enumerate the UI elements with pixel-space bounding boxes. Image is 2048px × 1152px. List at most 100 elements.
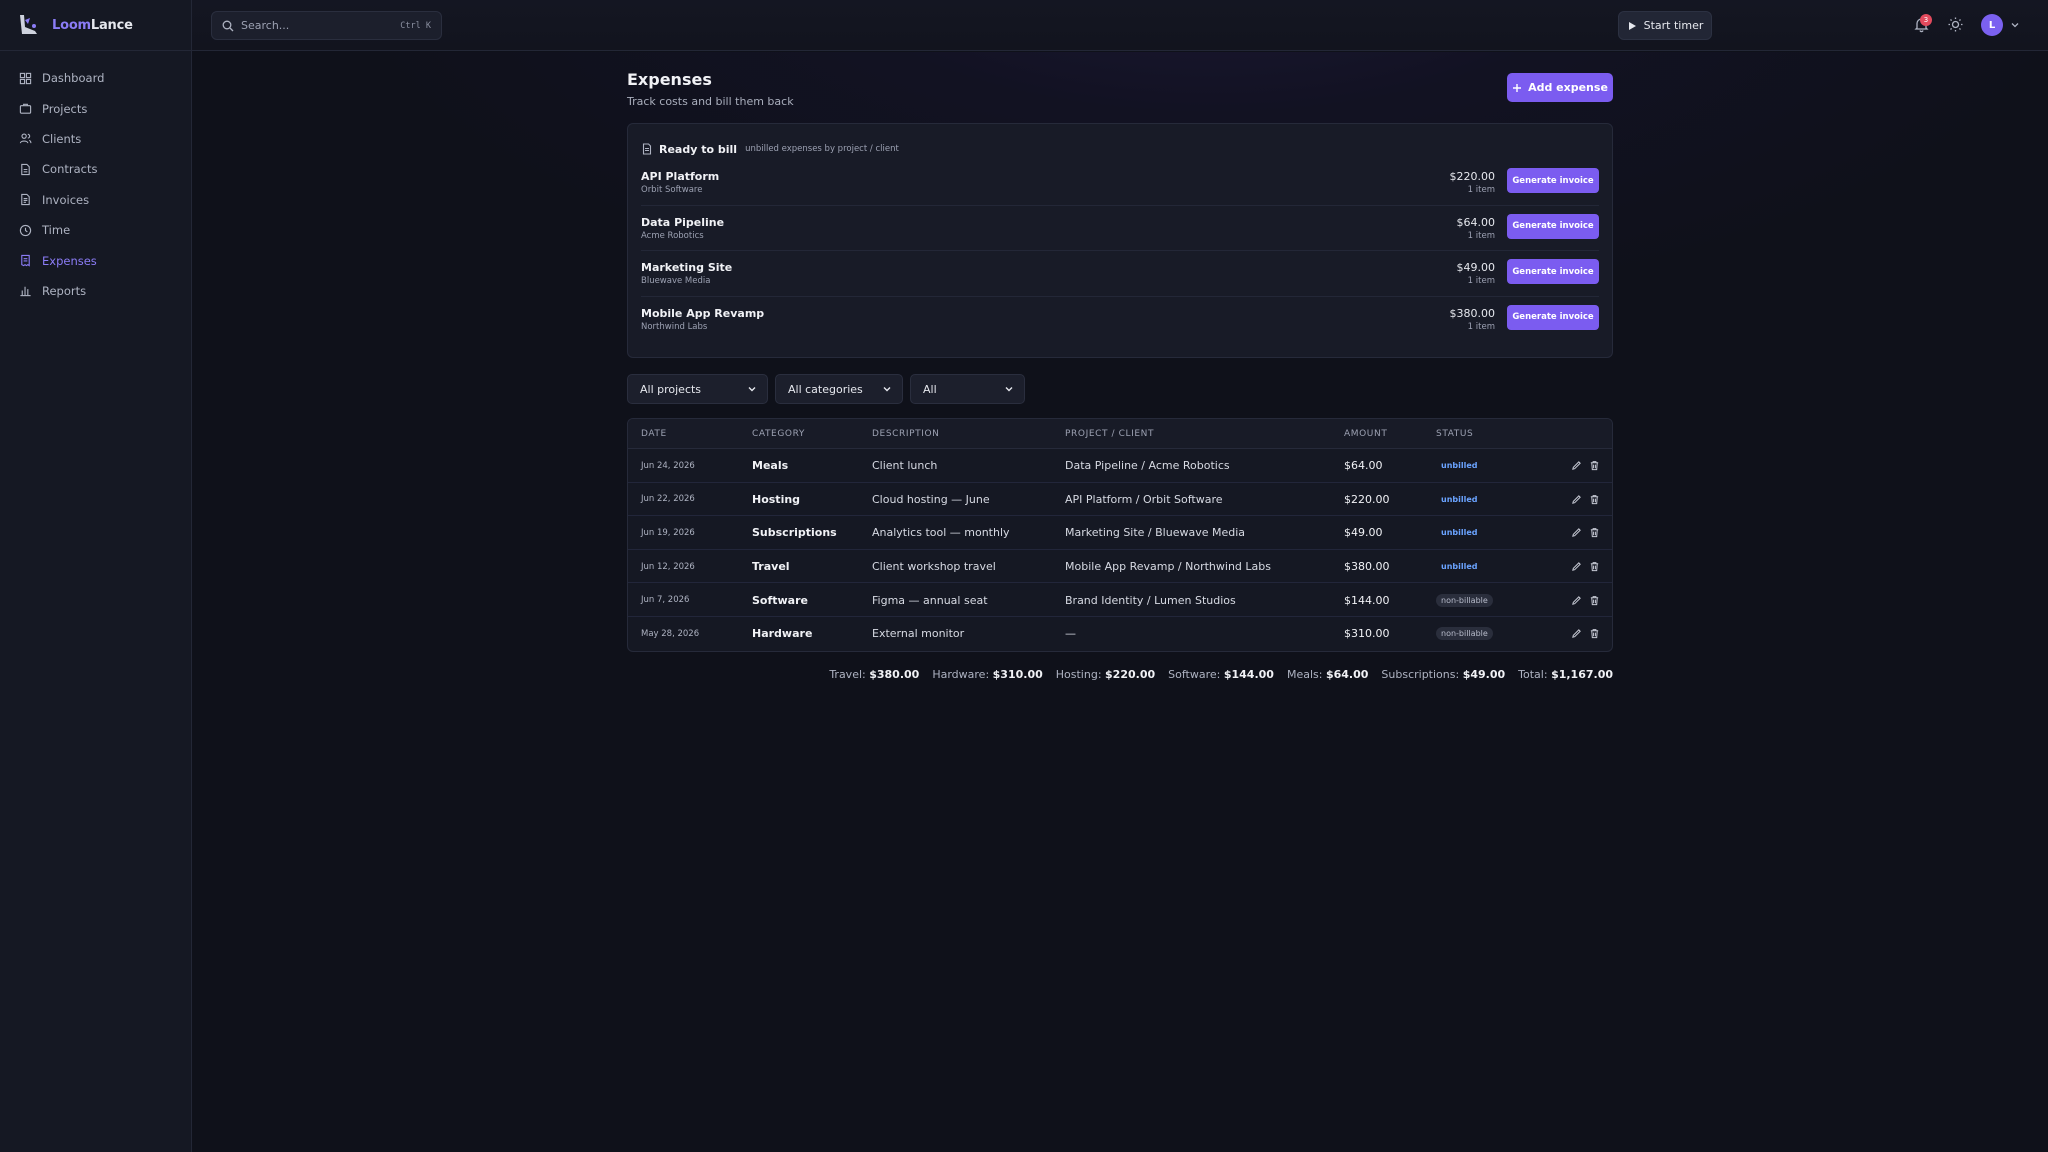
sidebar-item-label: Expenses bbox=[42, 253, 97, 268]
trash-icon[interactable] bbox=[1589, 595, 1600, 606]
search-input[interactable]: Search... Ctrl K bbox=[211, 11, 442, 40]
cell-category: Software bbox=[752, 593, 808, 607]
table-row[interactable]: Jun 12, 2026 Travel Client workshop trav… bbox=[628, 550, 1612, 584]
cell-category: Travel bbox=[752, 560, 790, 574]
sidebar-item-contracts[interactable]: Contracts bbox=[0, 154, 191, 184]
cell-amount: $310.00 bbox=[1344, 627, 1390, 641]
column-header-project[interactable]: PROJECT / CLIENT bbox=[1065, 429, 1154, 439]
generate-invoice-button[interactable]: Generate invoice bbox=[1507, 304, 1599, 330]
column-header-amount[interactable]: AMOUNT bbox=[1344, 429, 1387, 439]
page-subtitle: Track costs and bill them back bbox=[627, 95, 794, 108]
cell-status: non-billable bbox=[1436, 617, 1493, 651]
topbar: Search... Ctrl K bbox=[192, 0, 2048, 51]
chevron-down-icon[interactable] bbox=[2010, 20, 2020, 30]
total-subscriptions: Subscriptions: $49.00 bbox=[1381, 668, 1506, 681]
column-header-date[interactable]: DATE bbox=[641, 429, 667, 439]
bill-project: Data Pipeline bbox=[641, 215, 725, 229]
status-filter-value: All bbox=[923, 382, 937, 396]
status-badge: unbilled bbox=[1441, 494, 1478, 504]
generate-invoice-button[interactable]: Generate invoice bbox=[1507, 213, 1599, 239]
bill-client: Orbit Software bbox=[641, 185, 703, 195]
theme-toggle-icon[interactable] bbox=[1947, 16, 1964, 33]
trash-icon[interactable] bbox=[1589, 527, 1600, 538]
table-row[interactable]: Jun 19, 2026 Subscriptions Analytics too… bbox=[628, 516, 1612, 550]
trash-icon[interactable] bbox=[1589, 628, 1600, 639]
filter-bar: All projects All categories All bbox=[627, 374, 1025, 404]
plus-icon bbox=[1513, 83, 1522, 92]
total-overall: Total: $1,167.00 bbox=[1518, 668, 1613, 681]
cell-amount: $380.00 bbox=[1344, 560, 1390, 574]
table-row[interactable]: Jun 24, 2026 Meals Client lunch Data Pip… bbox=[628, 449, 1612, 483]
search-icon bbox=[222, 20, 234, 31]
page-header: Expenses Track costs and bill them back bbox=[627, 70, 794, 108]
ready-to-bill-header: Ready to bill unbilled expenses by proje… bbox=[628, 124, 1612, 160]
trash-icon[interactable] bbox=[1589, 494, 1600, 505]
cell-project: Brand Identity / Lumen Studios bbox=[1065, 593, 1236, 607]
sidebar-item-clients[interactable]: Clients bbox=[0, 124, 191, 154]
total-travel: Travel: $380.00 bbox=[829, 668, 920, 681]
status-badge: unbilled bbox=[1441, 562, 1478, 572]
search-placeholder: Search... bbox=[241, 19, 290, 32]
bar-chart-icon bbox=[20, 287, 31, 297]
generate-invoice-button[interactable]: Generate invoice bbox=[1507, 259, 1599, 285]
add-expense-label: Add expense bbox=[1528, 81, 1608, 94]
status-filter-select[interactable]: All bbox=[910, 374, 1025, 404]
cell-status: unbilled bbox=[1436, 449, 1483, 483]
trash-icon[interactable] bbox=[1589, 460, 1600, 471]
brand-name: LoomLance bbox=[52, 17, 133, 33]
project-filter-value: All projects bbox=[640, 382, 702, 396]
cell-description: Client lunch bbox=[872, 459, 938, 473]
cell-project: Data Pipeline / Acme Robotics bbox=[1065, 459, 1230, 473]
start-timer-button[interactable]: Start timer bbox=[1618, 11, 1712, 40]
edit-icon[interactable] bbox=[1571, 595, 1582, 606]
sidebar-item-dashboard[interactable]: Dashboard bbox=[0, 63, 191, 93]
app-root: LoomLance Dashboard Projects Clients Con… bbox=[0, 0, 2048, 1152]
sidebar-item-invoices[interactable]: Invoices bbox=[0, 185, 191, 215]
edit-icon[interactable] bbox=[1571, 628, 1582, 639]
edit-icon[interactable] bbox=[1571, 527, 1582, 538]
sidebar-item-expenses[interactable]: Expenses bbox=[0, 245, 191, 275]
total-hosting: Hosting: $220.00 bbox=[1055, 668, 1156, 681]
generate-invoice-button[interactable]: Generate invoice bbox=[1507, 168, 1599, 193]
cell-category: Hosting bbox=[752, 492, 801, 506]
invoice-icon bbox=[21, 194, 30, 206]
row-actions bbox=[1571, 449, 1600, 483]
status-badge: unbilled bbox=[1441, 461, 1478, 471]
cell-description: External monitor bbox=[872, 627, 965, 641]
add-expense-button[interactable]: Add expense bbox=[1507, 73, 1613, 102]
expenses-table: DATE CATEGORY DESCRIPTION PROJECT / CLIE… bbox=[627, 418, 1613, 652]
brand[interactable]: LoomLance bbox=[0, 0, 191, 51]
total-software: Software: $144.00 bbox=[1168, 668, 1274, 681]
table-row[interactable]: Jun 22, 2026 Hosting Cloud hosting — Jun… bbox=[628, 483, 1612, 517]
category-filter-select[interactable]: All categories bbox=[775, 374, 903, 404]
cell-amount: $49.00 bbox=[1344, 526, 1383, 540]
trash-icon[interactable] bbox=[1589, 561, 1600, 572]
cell-category: Subscriptions bbox=[752, 526, 837, 540]
dashboard-icon bbox=[19, 72, 32, 84]
table-row[interactable]: May 28, 2026 Hardware External monitor —… bbox=[628, 617, 1612, 651]
cell-description: Client workshop travel bbox=[872, 560, 996, 574]
edit-icon[interactable] bbox=[1571, 460, 1582, 471]
edit-icon[interactable] bbox=[1571, 494, 1582, 505]
project-filter-select[interactable]: All projects bbox=[627, 374, 768, 404]
bill-item-count: 1 item bbox=[1467, 230, 1495, 241]
column-header-description[interactable]: DESCRIPTION bbox=[872, 429, 940, 439]
sidebar-item-reports[interactable]: Reports bbox=[0, 276, 191, 306]
bill-item-count: 1 item bbox=[1467, 321, 1495, 332]
cell-project: Mobile App Revamp / Northwind Labs bbox=[1065, 560, 1271, 574]
avatar[interactable]: L bbox=[1981, 14, 2003, 36]
sidebar-item-label: Reports bbox=[42, 283, 87, 298]
bill-row: Data Pipeline Acme Robotics $64.00 1 ite… bbox=[641, 206, 1599, 252]
briefcase-icon bbox=[19, 103, 32, 114]
edit-icon[interactable] bbox=[1571, 561, 1582, 572]
status-badge: non-billable bbox=[1436, 627, 1493, 641]
sidebar-item-time[interactable]: Time bbox=[0, 215, 191, 245]
sidebar-item-projects[interactable]: Projects bbox=[0, 93, 191, 123]
cell-date: Jun 7, 2026 bbox=[641, 595, 690, 606]
bill-client: Acme Robotics bbox=[641, 230, 704, 241]
column-header-category[interactable]: CATEGORY bbox=[752, 429, 805, 439]
column-header-status[interactable]: STATUS bbox=[1436, 429, 1473, 439]
receipt-icon bbox=[21, 254, 30, 267]
cell-description: Analytics tool — monthly bbox=[872, 526, 1010, 540]
table-row[interactable]: Jun 7, 2026 Software Figma — annual seat… bbox=[628, 583, 1612, 617]
